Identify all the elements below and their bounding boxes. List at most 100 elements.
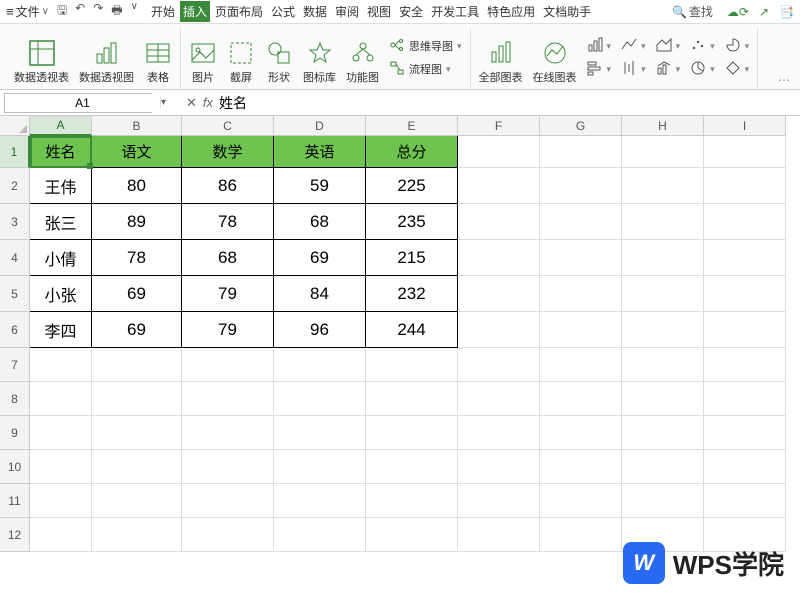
- cell[interactable]: 86: [182, 168, 274, 204]
- print-icon[interactable]: 🖶: [111, 1, 122, 22]
- cell[interactable]: 215: [366, 240, 458, 276]
- ribbon-overflow[interactable]: ⋯: [774, 73, 794, 87]
- cell[interactable]: [366, 518, 458, 552]
- cell[interactable]: [704, 450, 786, 484]
- cell[interactable]: 张三: [30, 204, 92, 240]
- pivot-table-button[interactable]: 数据透视表: [14, 39, 69, 87]
- cell[interactable]: [274, 382, 366, 416]
- pie-chart-button[interactable]: ▾: [725, 37, 750, 56]
- cell[interactable]: [30, 382, 92, 416]
- ribbon-tab-8[interactable]: 开发工具: [428, 1, 482, 22]
- cell[interactable]: [540, 348, 622, 382]
- name-box-dropdown-icon[interactable]: ▾: [160, 97, 166, 108]
- ribbon-tab-7[interactable]: 安全: [396, 1, 426, 22]
- cell[interactable]: [540, 518, 622, 552]
- cell[interactable]: [182, 382, 274, 416]
- cell[interactable]: [458, 382, 540, 416]
- cell[interactable]: [458, 312, 540, 348]
- online-charts-button[interactable]: 在线图表: [533, 39, 577, 87]
- cell[interactable]: 数学: [182, 136, 274, 168]
- cell[interactable]: [704, 484, 786, 518]
- cell[interactable]: [540, 450, 622, 484]
- cell[interactable]: [622, 204, 704, 240]
- spreadsheet[interactable]: ABCDEFGHI 1姓名语文数学英语总分2王伟8086592253张三8978…: [0, 116, 800, 552]
- bar-chart-button[interactable]: ▾: [587, 37, 612, 56]
- cell[interactable]: [30, 450, 92, 484]
- cell[interactable]: 80: [92, 168, 182, 204]
- cell[interactable]: [622, 416, 704, 450]
- cell[interactable]: [540, 240, 622, 276]
- cell[interactable]: 96: [274, 312, 366, 348]
- stock-chart-button[interactable]: ▾: [621, 60, 646, 79]
- cell[interactable]: [30, 518, 92, 552]
- cell[interactable]: 语文: [92, 136, 182, 168]
- cell[interactable]: 英语: [274, 136, 366, 168]
- cell[interactable]: 89: [92, 204, 182, 240]
- cell[interactable]: [458, 518, 540, 552]
- cell[interactable]: 总分: [366, 136, 458, 168]
- cell[interactable]: [182, 416, 274, 450]
- cell[interactable]: 79: [182, 312, 274, 348]
- cell[interactable]: 79: [182, 276, 274, 312]
- cell[interactable]: [704, 136, 786, 168]
- area-chart-button[interactable]: ▾: [656, 37, 681, 56]
- row-header[interactable]: 12: [0, 518, 30, 552]
- cell[interactable]: [540, 276, 622, 312]
- col-header[interactable]: G: [540, 116, 622, 136]
- smartart-button[interactable]: 功能图: [346, 39, 379, 87]
- scatter-chart-button[interactable]: ▾: [690, 37, 715, 56]
- row-header[interactable]: 7: [0, 348, 30, 382]
- column-chart-button[interactable]: ▾: [587, 60, 612, 79]
- cell[interactable]: [622, 484, 704, 518]
- cell[interactable]: [182, 518, 274, 552]
- cell[interactable]: 姓名: [30, 136, 92, 168]
- cell[interactable]: [458, 136, 540, 168]
- cell[interactable]: 225: [366, 168, 458, 204]
- cell[interactable]: [458, 276, 540, 312]
- cell[interactable]: 78: [182, 204, 274, 240]
- cell[interactable]: [182, 450, 274, 484]
- cell[interactable]: [30, 416, 92, 450]
- file-menu[interactable]: ≡ 文件 ∨: [6, 3, 49, 20]
- cell[interactable]: [458, 204, 540, 240]
- pin-icon[interactable]: 📑: [779, 5, 794, 19]
- cell[interactable]: [622, 382, 704, 416]
- cell[interactable]: 78: [92, 240, 182, 276]
- cell[interactable]: [622, 276, 704, 312]
- cell[interactable]: [182, 348, 274, 382]
- cell[interactable]: [704, 348, 786, 382]
- cell[interactable]: [540, 382, 622, 416]
- cell[interactable]: [274, 450, 366, 484]
- col-header[interactable]: B: [92, 116, 182, 136]
- ribbon-tab-10[interactable]: 文档助手: [540, 1, 594, 22]
- row-header[interactable]: 8: [0, 382, 30, 416]
- cell[interactable]: 244: [366, 312, 458, 348]
- all-charts-button[interactable]: 全部图表: [479, 39, 523, 87]
- picture-button[interactable]: 图片: [189, 39, 217, 87]
- cell[interactable]: [274, 348, 366, 382]
- col-header[interactable]: A: [30, 116, 92, 136]
- cell[interactable]: [366, 382, 458, 416]
- row-header[interactable]: 9: [0, 416, 30, 450]
- cell[interactable]: [274, 518, 366, 552]
- cancel-icon[interactable]: ✕: [186, 95, 197, 111]
- cell[interactable]: 69: [92, 312, 182, 348]
- cell[interactable]: [704, 382, 786, 416]
- flowchart-button[interactable]: 流程图▾: [389, 60, 462, 79]
- cell[interactable]: [704, 240, 786, 276]
- cell[interactable]: [458, 348, 540, 382]
- cell[interactable]: [622, 312, 704, 348]
- ribbon-tab-1[interactable]: 插入: [180, 1, 210, 22]
- cell[interactable]: [540, 416, 622, 450]
- select-all-corner[interactable]: [0, 116, 30, 136]
- ribbon-tab-3[interactable]: 公式: [268, 1, 298, 22]
- cell[interactable]: [540, 168, 622, 204]
- cell[interactable]: [540, 136, 622, 168]
- cell[interactable]: [92, 348, 182, 382]
- row-header[interactable]: 5: [0, 276, 30, 312]
- name-box[interactable]: ▾: [4, 93, 152, 113]
- col-header[interactable]: I: [704, 116, 786, 136]
- row-header[interactable]: 3: [0, 204, 30, 240]
- ribbon-tab-2[interactable]: 页面布局: [212, 1, 266, 22]
- search-button[interactable]: 🔍 查找: [672, 3, 713, 20]
